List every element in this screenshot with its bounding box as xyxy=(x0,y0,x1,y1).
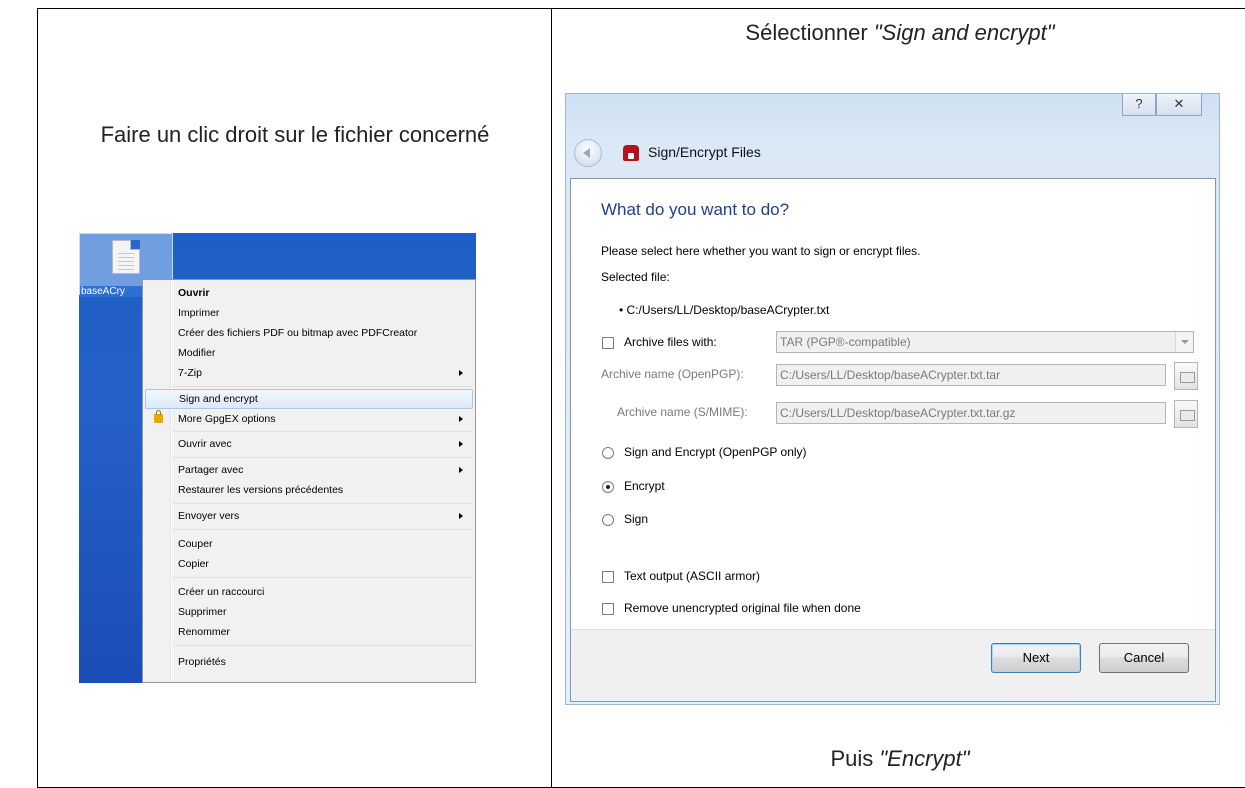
sign-radio[interactable] xyxy=(602,514,614,526)
help-button[interactable]: ? xyxy=(1122,94,1156,116)
text-file-icon xyxy=(112,240,140,274)
next-button[interactable]: Next xyxy=(991,643,1081,673)
close-button[interactable]: ✕ xyxy=(1156,94,1202,116)
menu-item-partager-avec[interactable]: Partager avec xyxy=(145,460,473,480)
text-output-checkbox[interactable] xyxy=(602,571,614,583)
sign-and-encrypt-label: Sign and Encrypt (OpenPGP only) xyxy=(624,445,807,459)
menu-item-ouvrir-avec-label: Ouvrir avec xyxy=(178,438,232,450)
menu-separator xyxy=(173,431,473,432)
menu-item-partager-avec-label: Partager avec xyxy=(178,464,244,476)
bottom-caption-emphasis: "Encrypt" xyxy=(879,746,970,771)
menu-item-sign-and-encrypt[interactable]: Sign and encrypt xyxy=(145,389,473,409)
bottom-caption-prefix: Puis xyxy=(830,746,880,771)
menu-separator xyxy=(173,577,473,578)
menu-item-imprimer[interactable]: Imprimer xyxy=(145,303,473,323)
menu-item-proprietes[interactable]: Propriétés xyxy=(145,652,473,672)
archive-openpgp-field[interactable]: C:/Users/LL/Desktop/baseACrypter.txt.tar xyxy=(776,364,1166,386)
menu-separator xyxy=(173,503,473,504)
context-menu: Ouvrir Imprimer Créer des fichiers PDF o… xyxy=(142,279,476,683)
document-table: Faire un clic droit sur le fichier conce… xyxy=(0,0,1245,788)
explorer-screenshot: baseACry Ouvrir Imprimer Créer des fichi… xyxy=(79,233,476,683)
bottom-caption: Puis "Encrypt" xyxy=(555,744,1245,774)
right-caption: Sélectionner "Sign and encrypt" xyxy=(555,18,1245,48)
menu-item-7zip[interactable]: 7-Zip xyxy=(145,363,473,383)
selected-file-path: • C:/Users/LL/Desktop/baseACrypter.txt xyxy=(619,303,830,317)
gpg-dialog-screenshot: ? ✕ Sign/Encrypt Files What do you want … xyxy=(565,93,1220,705)
dialog-heading: What do you want to do? xyxy=(601,200,790,219)
back-button[interactable] xyxy=(574,139,602,167)
archive-format-value: TAR (PGP®-compatible) xyxy=(780,335,911,349)
menu-item-envoyer-vers-label: Envoyer vers xyxy=(178,510,240,522)
right-caption-prefix: Sélectionner xyxy=(745,20,874,45)
menu-separator xyxy=(173,457,473,458)
archive-checkbox-label: Archive files with: xyxy=(624,335,717,349)
remove-original-checkbox[interactable] xyxy=(602,603,614,615)
dialog-body: What do you want to do? Please select he… xyxy=(570,178,1216,702)
menu-item-restaurer[interactable]: Restaurer les versions précédentes xyxy=(145,480,473,500)
cancel-button[interactable]: Cancel xyxy=(1099,643,1189,673)
menu-item-ouvrir-avec[interactable]: Ouvrir avec xyxy=(145,434,473,454)
archive-openpgp-label: Archive name (OpenPGP): xyxy=(601,367,744,381)
encrypt-label: Encrypt xyxy=(624,479,665,493)
menu-item-renommer[interactable]: Renommer xyxy=(145,622,473,642)
menu-item-ouvrir[interactable]: Ouvrir xyxy=(145,283,473,303)
chevron-down-icon xyxy=(1175,332,1193,352)
browse-openpgp-button[interactable] xyxy=(1174,362,1198,390)
browse-smime-button[interactable] xyxy=(1174,400,1198,428)
archive-smime-label: Archive name (S/MIME): xyxy=(617,405,748,419)
kleopatra-icon xyxy=(623,145,639,161)
menu-item-pdfcreator[interactable]: Créer des fichiers PDF ou bitmap avec PD… xyxy=(145,323,473,343)
menu-item-envoyer-vers[interactable]: Envoyer vers xyxy=(145,506,473,526)
submenu-arrow-icon xyxy=(459,513,463,519)
file-name-label: baseACry xyxy=(80,286,143,297)
submenu-arrow-icon xyxy=(459,416,463,422)
remove-original-label: Remove unencrypted original file when do… xyxy=(624,601,861,615)
encrypt-radio[interactable] xyxy=(602,481,614,493)
archive-checkbox[interactable] xyxy=(602,337,614,349)
dialog-intro: Please select here whether you want to s… xyxy=(601,244,921,258)
menu-item-couper[interactable]: Couper xyxy=(145,534,473,554)
menu-separator xyxy=(173,645,473,646)
archive-smime-field[interactable]: C:/Users/LL/Desktop/baseACrypter.txt.tar… xyxy=(776,402,1166,424)
submenu-arrow-icon xyxy=(459,441,463,447)
menu-item-creer-raccourci[interactable]: Créer un raccourci xyxy=(145,582,473,602)
column-divider xyxy=(551,8,552,788)
lock-icon xyxy=(154,410,163,423)
menu-item-copier[interactable]: Copier xyxy=(145,554,473,574)
menu-separator xyxy=(173,529,473,530)
right-caption-emphasis: "Sign and encrypt" xyxy=(873,20,1055,45)
back-arrow-icon xyxy=(583,148,590,158)
dialog-title: Sign/Encrypt Files xyxy=(648,144,761,160)
menu-item-modifier[interactable]: Modifier xyxy=(145,343,473,363)
selected-file-label: Selected file: xyxy=(601,270,670,284)
sign-label: Sign xyxy=(624,512,649,526)
dialog-footer: Next Cancel xyxy=(571,629,1215,701)
archive-format-select[interactable]: TAR (PGP®-compatible) xyxy=(776,331,1194,353)
close-icon: ✕ xyxy=(1173,96,1185,111)
menu-item-more-gpgex[interactable]: More GpgEX options xyxy=(145,409,473,429)
submenu-arrow-icon xyxy=(459,467,463,473)
menu-separator xyxy=(173,386,473,387)
submenu-arrow-icon xyxy=(459,370,463,376)
text-output-label: Text output (ASCII armor) xyxy=(624,569,761,583)
menu-item-7zip-label: 7-Zip xyxy=(178,367,202,379)
left-caption: Faire un clic droit sur le fichier conce… xyxy=(100,122,490,147)
menu-item-more-gpgex-label: More GpgEX options xyxy=(178,413,276,425)
menu-item-supprimer[interactable]: Supprimer xyxy=(145,602,473,622)
sign-and-encrypt-radio[interactable] xyxy=(602,447,614,459)
